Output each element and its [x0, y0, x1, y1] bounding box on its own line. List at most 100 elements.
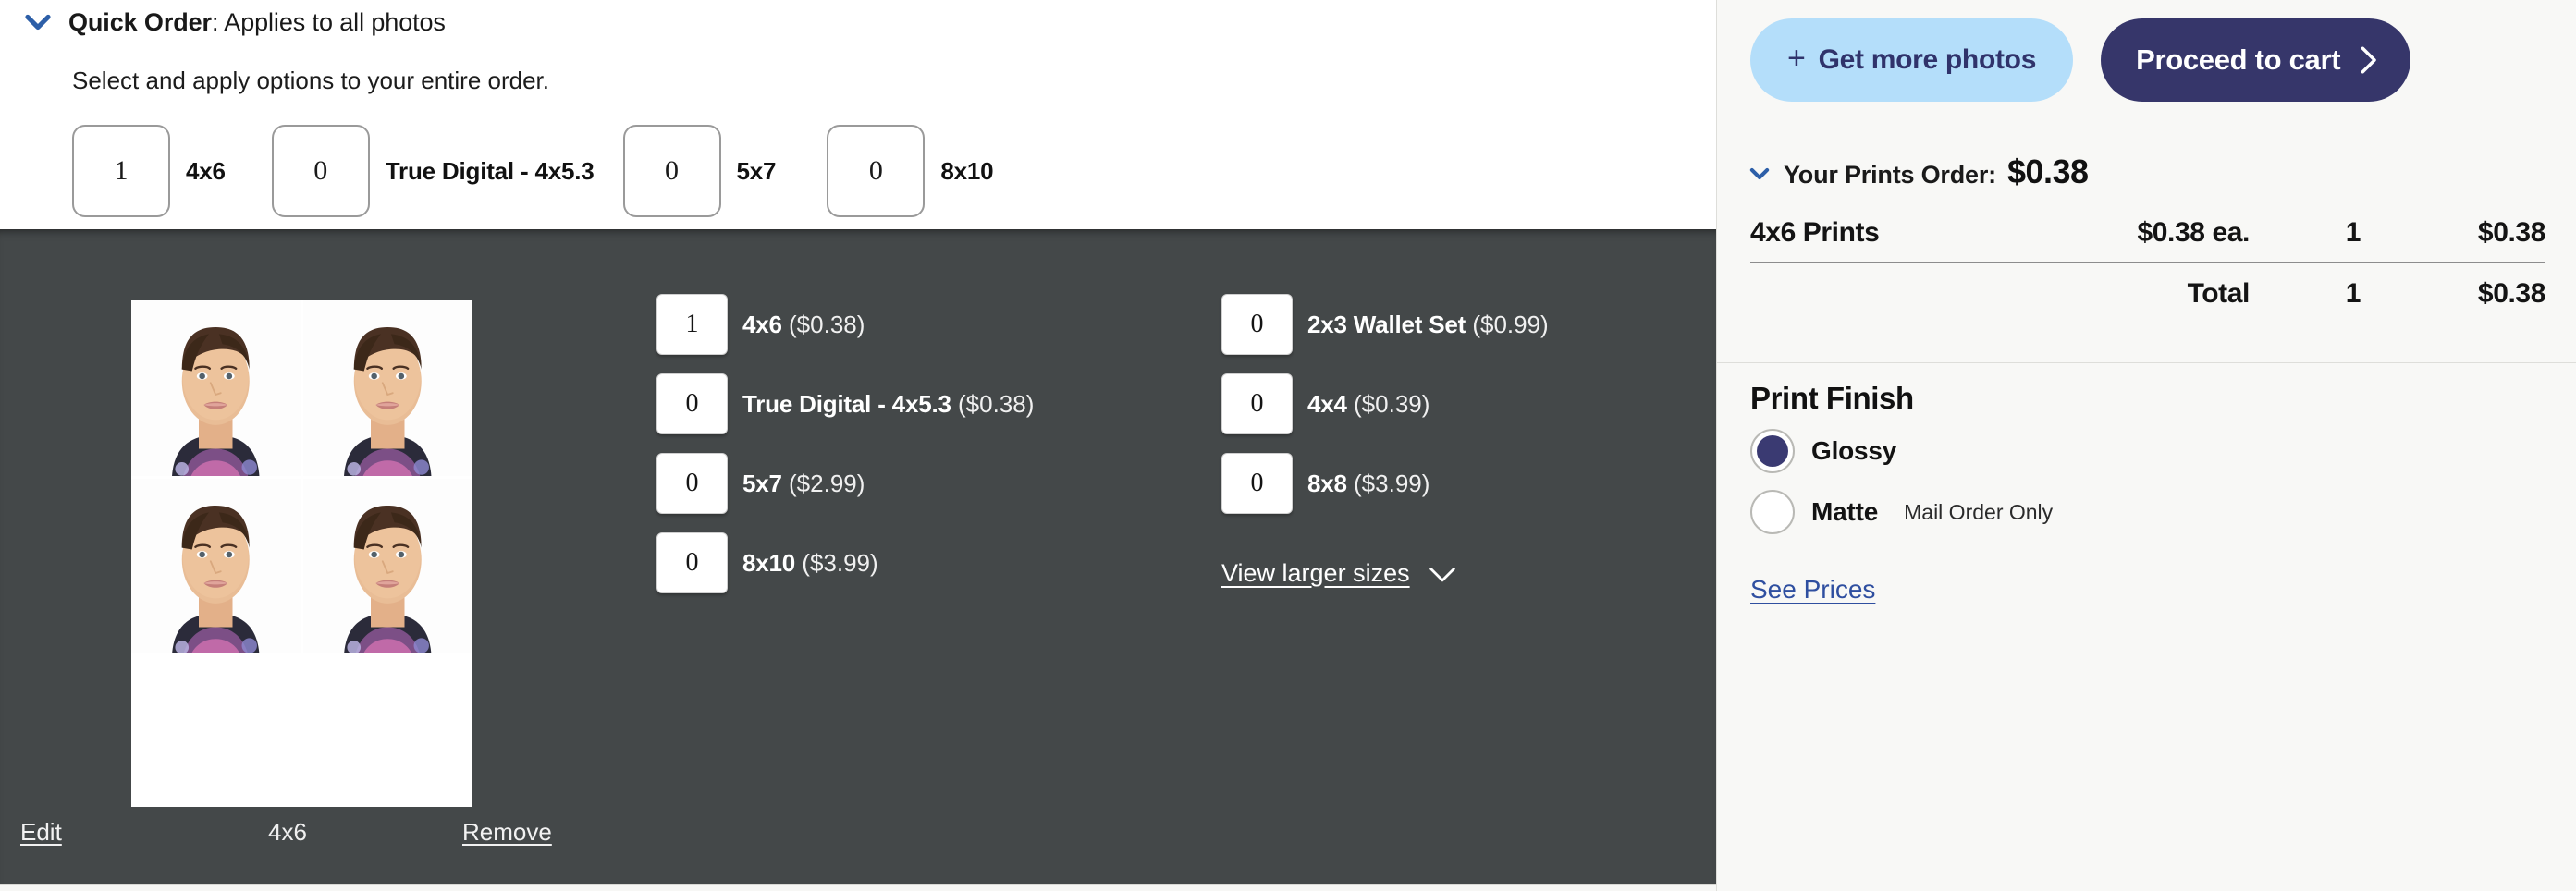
order-summary-title: Your Prints Order:: [1784, 161, 1996, 189]
view-larger-sizes-label: View larger sizes: [1221, 559, 1410, 587]
chevron-down-icon: [1429, 567, 1455, 581]
order-summary-table: 4x6 Prints $0.38 ea. 1 $0.38 Total 1 $0.…: [1750, 212, 2545, 315]
proceed-to-cart-label: Proceed to cart: [2136, 43, 2341, 76]
order-summary-header[interactable]: Your Prints Order: $0.38: [1717, 153, 2576, 191]
print-finish-title: Print Finish: [1750, 381, 1914, 415]
finish-option-label-matte: Matte: [1811, 497, 1879, 526]
qty-input-true-digital[interactable]: 0: [656, 373, 728, 434]
get-more-photos-label: Get more photos: [1818, 44, 2037, 75]
order-row-each: $0.38 ea.: [2137, 217, 2250, 248]
view-larger-sizes-toggle[interactable]: View larger sizes: [1221, 559, 1458, 588]
proceed-to-cart-button[interactable]: Proceed to cart: [2101, 18, 2411, 102]
print-option-name-4x4: 4x4: [1307, 389, 1347, 418]
quick-order-inputs: 1 4x6 0 True Digital - 4x5.3 0 5x7 0 8x1…: [72, 125, 994, 217]
print-options-column-right: 0 2x3 Wallet Set ($0.99) 0 4x4 ($0.39) 0…: [1221, 294, 1549, 532]
quick-order-item-true-digital: 0 True Digital - 4x5.3: [271, 125, 595, 217]
order-total-blank: [1750, 262, 2018, 315]
print-option-price-true-digital: ($0.38): [957, 389, 1035, 418]
print-order-page: Quick Order: Applies to all photos Selec…: [0, 0, 2576, 891]
print-option-name-8x8: 8x8: [1307, 469, 1347, 497]
edit-photo-link[interactable]: Edit: [20, 818, 62, 847]
print-option-2x3-wallet-set: 0 2x3 Wallet Set ($0.99): [1221, 294, 1549, 355]
quick-order-title: Quick Order: Applies to all photos: [68, 8, 446, 37]
quick-order-item-8x10: 0 8x10: [827, 125, 994, 217]
print-option-name-true-digital: True Digital - 4x5.3: [742, 389, 951, 418]
print-finish-section: Print Finish Glossy Matte Mail Order Onl…: [1750, 381, 2053, 604]
qty-input-8x8[interactable]: 0: [1221, 453, 1293, 514]
quick-order-title-bold: Quick Order: [68, 7, 212, 36]
photo-size-label: 4x6: [268, 818, 307, 846]
portrait-image: [131, 478, 301, 653]
print-option-name-8x10: 8x10: [742, 548, 796, 577]
chevron-down-icon: [25, 14, 51, 31]
sidebar-action-buttons: + Get more photos Proceed to cart: [1750, 18, 2411, 102]
qty-input-4x4[interactable]: 0: [1221, 373, 1293, 434]
qty-input-2x3-wallet-set[interactable]: 0: [1221, 294, 1293, 355]
quick-order-item-4x6: 1 4x6: [72, 125, 226, 217]
remove-photo-link[interactable]: Remove: [462, 818, 552, 847]
radio-glossy[interactable]: [1750, 429, 1795, 473]
quick-order-qty-input-4x6[interactable]: 1: [72, 125, 170, 217]
sidebar-divider: [1717, 362, 2576, 363]
print-option-label-4x6: 4x6 ($0.38): [742, 311, 865, 339]
order-sidebar: + Get more photos Proceed to cart Your P…: [1716, 0, 2576, 891]
print-option-8x10: 0 8x10 ($3.99): [656, 532, 1034, 593]
print-option-5x7: 0 5x7 ($2.99): [656, 453, 1034, 514]
quick-order-label-4x6: 4x6: [186, 156, 226, 185]
quick-order-panel: Quick Order: Applies to all photos Selec…: [0, 0, 1716, 229]
print-option-label-8x8: 8x8 ($3.99): [1307, 470, 1429, 498]
print-option-label-4x4: 4x4 ($0.39): [1307, 390, 1429, 419]
photo-thumbnail[interactable]: [131, 300, 472, 807]
print-option-true-digital: 0 True Digital - 4x5.3 ($0.38): [656, 373, 1034, 434]
see-prices-link[interactable]: See Prices: [1750, 575, 1875, 604]
print-option-label-5x7: 5x7 ($2.99): [742, 470, 865, 498]
print-option-name-4x6: 4x6: [742, 310, 782, 338]
quick-order-label-true-digital: True Digital - 4x5.3: [385, 156, 595, 185]
quick-order-subtitle: Select and apply options to your entire …: [72, 67, 549, 94]
print-option-name-2x3-wallet-set: 2x3 Wallet Set: [1307, 310, 1466, 338]
quick-order-qty-input-8x10[interactable]: 0: [827, 125, 926, 217]
qty-input-4x6[interactable]: 1: [656, 294, 728, 355]
get-more-photos-button[interactable]: + Get more photos: [1750, 18, 2074, 102]
print-option-price-4x6: ($0.38): [789, 310, 865, 338]
print-option-label-8x10: 8x10 ($3.99): [742, 549, 878, 578]
chevron-down-icon: [1749, 167, 1770, 180]
quick-order-qty-input-5x7[interactable]: 0: [622, 125, 721, 217]
print-option-price-8x8: ($3.99): [1354, 469, 1430, 497]
quick-order-label-8x10: 8x10: [940, 156, 994, 185]
chevron-right-icon: [2361, 46, 2377, 74]
table-row: 4x6 Prints $0.38 ea. 1 $0.38: [1750, 212, 2545, 262]
order-total-label: Total: [2017, 262, 2250, 315]
quick-order-qty-input-true-digital[interactable]: 0: [271, 125, 370, 217]
quick-order-item-5x7: 0 5x7: [622, 125, 777, 217]
print-option-price-4x4: ($0.39): [1354, 389, 1430, 418]
panel-bottom-divider: [0, 884, 1716, 891]
finish-option-glossy[interactable]: Glossy: [1750, 429, 2053, 473]
qty-input-8x10[interactable]: 0: [656, 532, 728, 593]
quick-order-label-5x7: 5x7: [736, 156, 777, 185]
print-option-name-5x7: 5x7: [742, 469, 782, 497]
print-option-4x4: 0 4x4 ($0.39): [1221, 373, 1549, 434]
order-total-qty: 1: [2250, 262, 2361, 315]
order-row-total: $0.38: [2477, 217, 2545, 248]
order-total-amount: $0.38: [2361, 262, 2545, 315]
finish-option-matte[interactable]: Matte Mail Order Only: [1750, 490, 2053, 534]
quick-order-header[interactable]: Quick Order: Applies to all photos: [20, 5, 446, 40]
main-content-area: Quick Order: Applies to all photos Selec…: [0, 0, 1716, 891]
photo-sheet: [131, 300, 472, 807]
plus-icon: +: [1787, 41, 1806, 76]
quick-order-title-rest: : Applies to all photos: [211, 7, 446, 36]
finish-option-label-glossy: Glossy: [1811, 436, 1897, 465]
print-option-4x6: 1 4x6 ($0.38): [656, 294, 1034, 355]
portrait-image: [131, 300, 301, 476]
portrait-image: [302, 300, 472, 476]
finish-option-note-matte: Mail Order Only: [1904, 499, 2054, 524]
print-option-label-true-digital: True Digital - 4x5.3 ($0.38): [742, 390, 1034, 419]
order-row-name: 4x6 Prints: [1750, 217, 1880, 248]
print-option-price-8x10: ($3.99): [802, 548, 878, 577]
print-option-label-2x3-wallet-set: 2x3 Wallet Set ($0.99): [1307, 311, 1549, 339]
qty-input-5x7[interactable]: 0: [656, 453, 728, 514]
radio-matte[interactable]: [1750, 490, 1795, 534]
order-summary-amount: $0.38: [2006, 153, 2089, 190]
print-options-column-left: 1 4x6 ($0.38) 0 True Digital - 4x5.3 ($0…: [656, 294, 1034, 612]
